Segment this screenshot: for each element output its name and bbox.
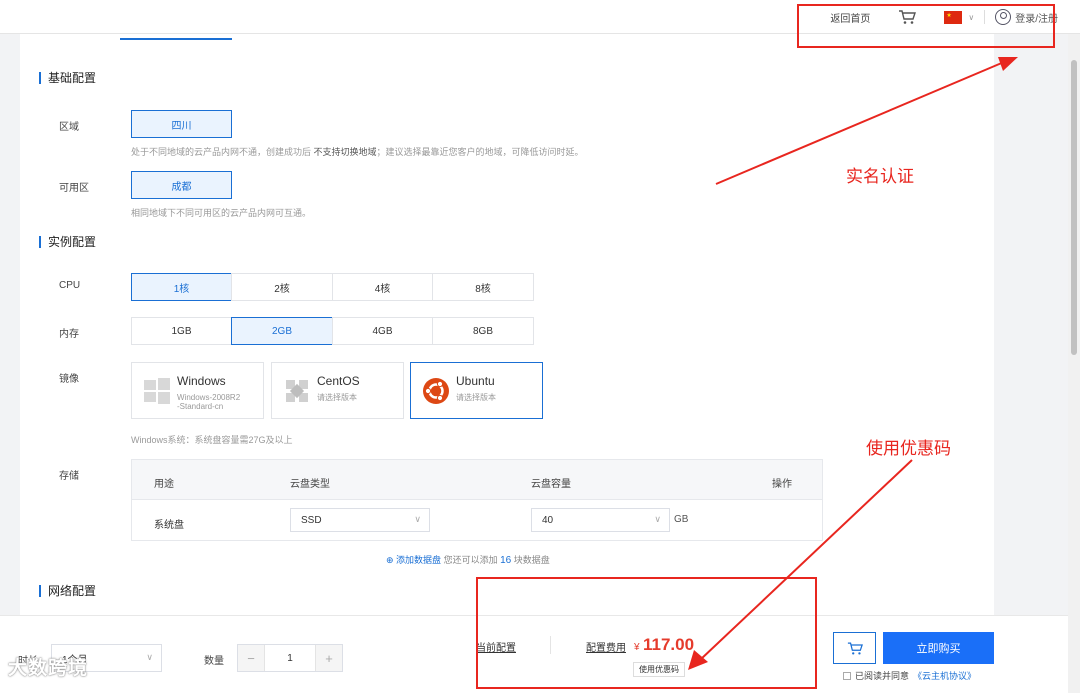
watermark-logo: 大数跨境 — [8, 658, 89, 679]
annotation-arrows — [688, 57, 1018, 670]
